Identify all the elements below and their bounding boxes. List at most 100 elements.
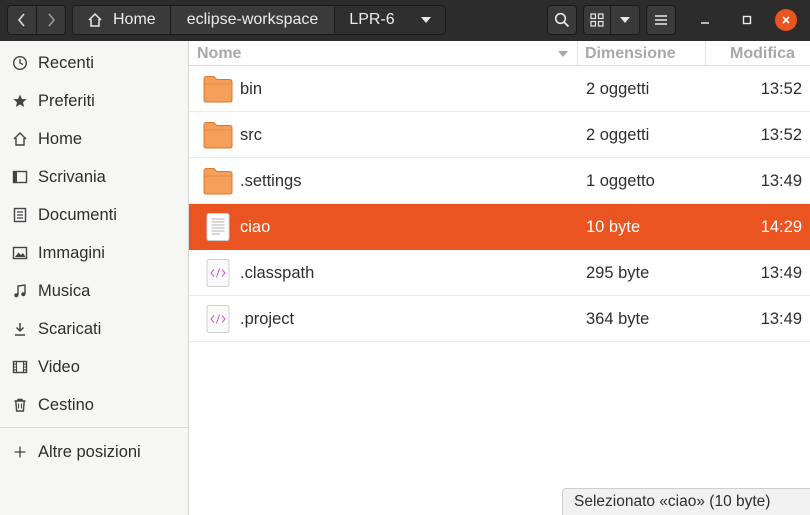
file-modified: 13:49	[760, 171, 802, 190]
sidebar-item-recenti[interactable]: Recenti	[0, 44, 188, 82]
minimize-icon	[701, 22, 709, 24]
document-icon	[12, 205, 38, 225]
chevron-right-icon	[48, 13, 56, 27]
file-row[interactable]: bin 2 oggetti 13:52	[189, 66, 810, 112]
menu-button[interactable]	[646, 5, 676, 35]
file-modified: 14:29	[760, 217, 802, 236]
file-size: 295 byte	[586, 263, 650, 282]
file-size: 364 byte	[586, 309, 650, 328]
star-icon	[12, 91, 38, 111]
column-header-label: Dimensione	[585, 44, 676, 62]
sidebar-item-cestino[interactable]: Cestino	[0, 386, 188, 424]
breadcrumb: Home eclipse-workspace LPR-6	[72, 5, 446, 35]
sidebar-item-scaricati[interactable]: Scaricati	[0, 310, 188, 348]
sidebar-item-documenti[interactable]: Documenti	[0, 196, 188, 234]
breadcrumb-home[interactable]: Home	[72, 5, 171, 35]
video-icon	[12, 357, 38, 377]
xml-file-icon	[206, 305, 230, 333]
view-options-button[interactable]	[610, 5, 640, 35]
sidebar-item-label: Altre posizioni	[38, 442, 141, 461]
column-header-name[interactable]: Nome	[189, 41, 578, 66]
sidebar: Recenti Preferiti Home Scrivania Documen…	[0, 41, 189, 515]
file-modified: 13:49	[760, 263, 802, 282]
file-name: .project	[240, 309, 295, 328]
sidebar-item-preferiti[interactable]: Preferiti	[0, 82, 188, 120]
sort-down-icon	[558, 51, 568, 57]
status-text: Selezionato «ciao» (10 byte)	[574, 493, 771, 510]
sidebar-divider	[0, 427, 188, 428]
file-size: 2 oggetti	[586, 125, 650, 144]
desktop-icon	[12, 167, 38, 187]
search-button[interactable]	[547, 5, 577, 35]
close-icon	[782, 16, 790, 24]
sidebar-item-musica[interactable]: Musica	[0, 272, 188, 310]
file-list-view: Nome Dimensione Modifica bin 2 oggetti 1…	[189, 41, 810, 515]
file-row[interactable]: src 2 oggetti 13:52	[189, 112, 810, 158]
minimize-button[interactable]	[694, 9, 716, 31]
text-file-icon	[206, 213, 230, 241]
music-icon	[12, 281, 38, 301]
chevron-down-icon	[420, 17, 431, 23]
home-icon	[88, 12, 102, 27]
file-name: src	[240, 125, 262, 144]
download-icon	[12, 319, 38, 339]
sidebar-item-label: Immagini	[38, 243, 105, 262]
sidebar-item-label: Documenti	[38, 205, 117, 224]
file-modified: 13:52	[760, 79, 802, 98]
sidebar-item-label: Scrivania	[38, 167, 106, 186]
image-icon	[12, 243, 38, 263]
file-name: .settings	[240, 171, 302, 190]
file-row[interactable]: .project 364 byte 13:49	[189, 296, 810, 342]
chevron-down-icon	[620, 17, 630, 23]
sidebar-item-home[interactable]: Home	[0, 120, 188, 158]
column-header-modified[interactable]: Modifica	[706, 41, 810, 66]
folder-icon	[203, 122, 233, 149]
file-size: 1 oggetto	[586, 171, 655, 190]
file-name: .classpath	[240, 263, 315, 282]
sidebar-item-label: Video	[38, 357, 80, 376]
file-row[interactable]: .classpath 295 byte 13:49	[189, 250, 810, 296]
search-icon	[554, 12, 570, 28]
sidebar-item-label: Preferiti	[38, 91, 95, 110]
breadcrumb-label: eclipse-workspace	[186, 11, 319, 28]
file-modified: 13:49	[760, 309, 802, 328]
breadcrumb-label: LPR-6	[349, 11, 395, 28]
breadcrumb-label: Home	[113, 11, 156, 28]
back-button[interactable]	[7, 5, 37, 35]
sidebar-item-altre-posizioni[interactable]: Altre posizioni	[0, 433, 188, 471]
close-button[interactable]	[775, 9, 797, 31]
breadcrumb-eclipse-workspace[interactable]: eclipse-workspace	[169, 5, 336, 35]
folder-icon	[203, 168, 233, 195]
file-row-selected[interactable]: ciao 10 byte 14:29	[189, 204, 810, 250]
folder-icon	[203, 76, 233, 103]
column-header-label: Modifica	[730, 44, 795, 62]
sidebar-item-video[interactable]: Video	[0, 348, 188, 386]
file-modified: 13:52	[760, 125, 802, 144]
maximize-button[interactable]	[736, 9, 758, 31]
header-bar: Home eclipse-workspace LPR-6	[0, 0, 810, 41]
column-header-size[interactable]: Dimensione	[578, 41, 706, 66]
file-size: 10 byte	[586, 217, 641, 236]
hamburger-icon	[655, 15, 667, 25]
column-header: Nome Dimensione Modifica	[189, 41, 810, 66]
selection-status: Selezionato «ciao» (10 byte)	[562, 488, 810, 515]
xml-file-icon	[206, 259, 230, 287]
maximize-icon	[742, 15, 752, 25]
breadcrumb-lpr-6[interactable]: LPR-6	[334, 5, 446, 35]
grid-icon	[590, 13, 604, 27]
sidebar-item-label: Home	[38, 129, 83, 148]
clock-icon	[12, 53, 38, 73]
file-row[interactable]: .settings 1 oggetto 13:49	[189, 158, 810, 204]
sidebar-item-label: Recenti	[38, 53, 94, 72]
chevron-left-icon	[17, 13, 25, 27]
sidebar-item-label: Cestino	[38, 395, 94, 414]
view-toggle-button[interactable]	[583, 5, 611, 35]
sidebar-item-label: Scaricati	[38, 319, 102, 338]
forward-button[interactable]	[36, 5, 66, 35]
plus-icon	[12, 442, 38, 462]
home-icon	[12, 129, 38, 149]
sidebar-item-immagini[interactable]: Immagini	[0, 234, 188, 272]
sidebar-item-label: Musica	[38, 281, 91, 300]
sidebar-item-scrivania[interactable]: Scrivania	[0, 158, 188, 196]
trash-icon	[12, 395, 38, 415]
